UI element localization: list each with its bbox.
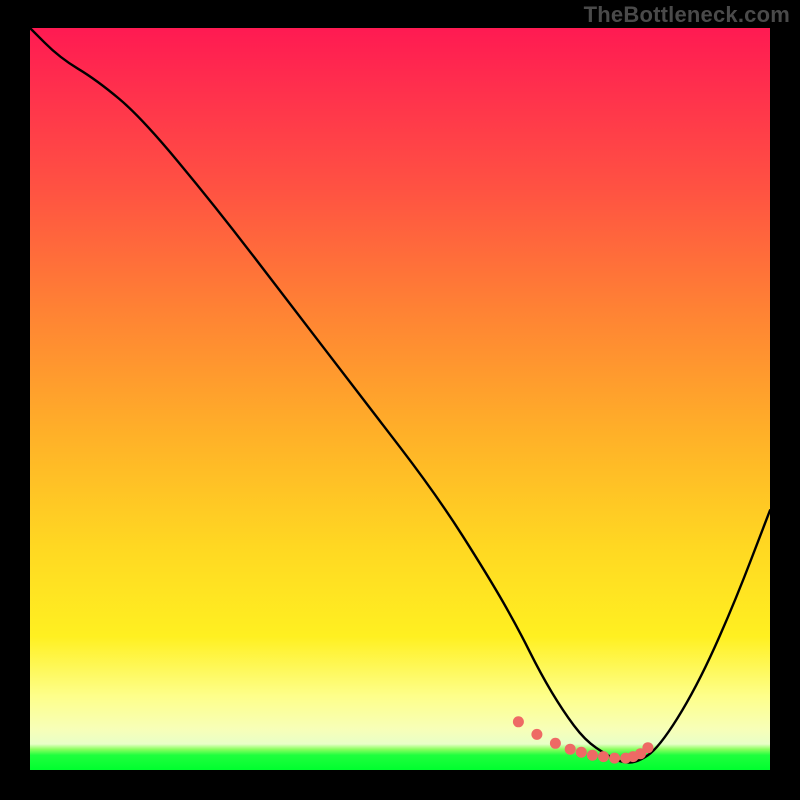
trough-dot (642, 742, 653, 753)
highlight-trough-dots (513, 716, 654, 763)
trough-dot (609, 753, 620, 764)
trough-dot (576, 747, 587, 758)
plot-area (30, 28, 770, 770)
trough-dot (598, 751, 609, 762)
trough-dot (587, 750, 598, 761)
bottleneck-curve (30, 28, 770, 763)
chart-frame: TheBottleneck.com (0, 0, 800, 800)
curve-layer (30, 28, 770, 770)
watermark-text: TheBottleneck.com (584, 2, 790, 28)
trough-dot (513, 716, 524, 727)
trough-dot (550, 738, 561, 749)
trough-dot (565, 744, 576, 755)
trough-dot (531, 729, 542, 740)
